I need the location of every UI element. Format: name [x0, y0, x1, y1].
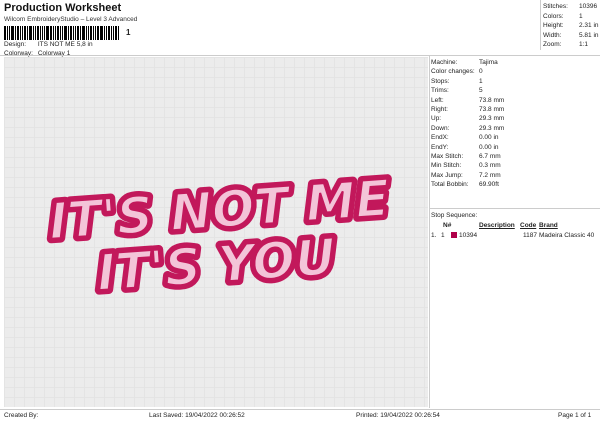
detail-value: 29.3 mm [479, 115, 505, 123]
detail-row: EndY: 0.00 in [431, 143, 600, 152]
detail-row: Left: 73.8 mm [431, 96, 600, 105]
details-divider [429, 208, 600, 209]
detail-label: Machine: [431, 59, 458, 66]
design-label: Design: [4, 41, 27, 48]
summary-panel: Stitches: 10396 Colors: 1 Height: 2.31 in W… [543, 2, 600, 50]
detail-value: 7.2 mm [479, 171, 501, 179]
summary-width: Width: 5.81 in [543, 31, 599, 39]
last-saved: Last Saved: 19/04/2022 00:26:52 [149, 412, 245, 419]
embroidery-artwork: IT'S NOT ME IT'S NOT ME IT'S YOU IT'S YO… [42, 165, 395, 307]
detail-value: Tajima [479, 59, 498, 66]
created-by: Created By: [4, 412, 39, 419]
detail-value: 0.00 in [479, 143, 499, 151]
row-n: 1 [441, 232, 445, 239]
detail-row: Max Stitch: 6.7 mm [431, 152, 600, 161]
design-preview: IT'S NOT ME IT'S NOT ME IT'S YOU IT'S YO… [4, 57, 428, 407]
summary-divider [540, 0, 541, 50]
detail-row: Machine: Tajima [431, 58, 600, 67]
detail-label: Color changes: [431, 68, 475, 76]
detail-value: 73.8 mm [479, 105, 505, 113]
summary-zoom: Zoom: 1:1 [543, 41, 589, 49]
detail-label: Max Jump: [431, 171, 463, 179]
page-number: Page 1 of 1 [558, 412, 592, 419]
row-code: 1187 [523, 232, 537, 239]
detail-row: Min Stitch: 0.3 mm [431, 161, 600, 170]
col-code: Code [520, 222, 537, 229]
detail-value: 0.3 mm [479, 162, 501, 170]
detail-label: Max Stitch: [431, 152, 464, 160]
barcode [4, 26, 128, 40]
page-title: Production Worksheet [4, 2, 122, 14]
header-divider [0, 55, 600, 56]
detail-label: Stops: [431, 77, 450, 85]
summary-stitches: Stitches: 10396 [543, 3, 598, 10]
detail-label: Down: [431, 124, 450, 132]
summary-colors: Colors: 1 [543, 12, 583, 20]
detail-row: Color changes: 0 [431, 67, 600, 76]
footer-divider [0, 409, 600, 410]
detail-value: 73.8 mm [479, 96, 505, 104]
detail-value: 29.3 mm [479, 124, 505, 132]
detail-value: 5 [479, 87, 483, 95]
col-n: N# [443, 222, 452, 229]
detail-row: Stops: 1 [431, 77, 600, 86]
detail-value: 0 [479, 68, 483, 76]
detail-value: 0.00 in [479, 134, 499, 142]
detail-value: 6.7 mm [479, 152, 501, 160]
detail-row: Right: 73.8 mm [431, 105, 600, 114]
design-row: Design: ITS NOT ME 5,8 in [4, 41, 93, 48]
panel-divider [429, 56, 430, 408]
detail-row: Trims: 5 [431, 86, 600, 95]
detail-label: Right: [431, 105, 448, 113]
detail-value: 69.90ft [479, 181, 499, 189]
row-brand: Madeira Classic 40 [539, 232, 595, 239]
summary-height: Height: 2.31 in [543, 22, 599, 30]
detail-label: Total Bobbin: [431, 181, 469, 189]
detail-row: EndX: 0.00 in [431, 133, 600, 142]
detail-row: Max Jump: 7.2 mm [431, 171, 600, 180]
machine-details: Machine: Tajima Color changes: 0 Stops: 1 Trim… [431, 58, 600, 189]
detail-label: Up: [431, 115, 442, 123]
detail-row: Down: 29.3 mm [431, 124, 600, 133]
detail-value: 1 [479, 77, 483, 85]
detail-label: EndX: [431, 134, 449, 142]
row-description: 10394 [459, 232, 478, 239]
design-value: ITS NOT ME 5,8 in [37, 41, 93, 48]
detail-row: Up: 29.3 mm [431, 114, 600, 123]
row-index: 1. [431, 232, 437, 239]
detail-label: Min Stitch: [431, 162, 462, 170]
detail-row: Total Bobbin: 69.90ft [431, 180, 600, 189]
col-description: Description [479, 222, 515, 229]
col-brand: Brand [539, 222, 558, 229]
detail-label: EndY: [431, 143, 449, 151]
detail-label: Trims: [431, 87, 449, 95]
stop-sequence-label: Stop Sequence: [431, 212, 478, 219]
software-subtitle: Wilcom EmbroideryStudio – Level 3 Advanc… [4, 16, 138, 23]
barcode-number: 1 [126, 28, 131, 37]
printed-time: Printed: 19/04/2022 00:26:54 [356, 412, 440, 419]
detail-label: Left: [431, 96, 444, 104]
